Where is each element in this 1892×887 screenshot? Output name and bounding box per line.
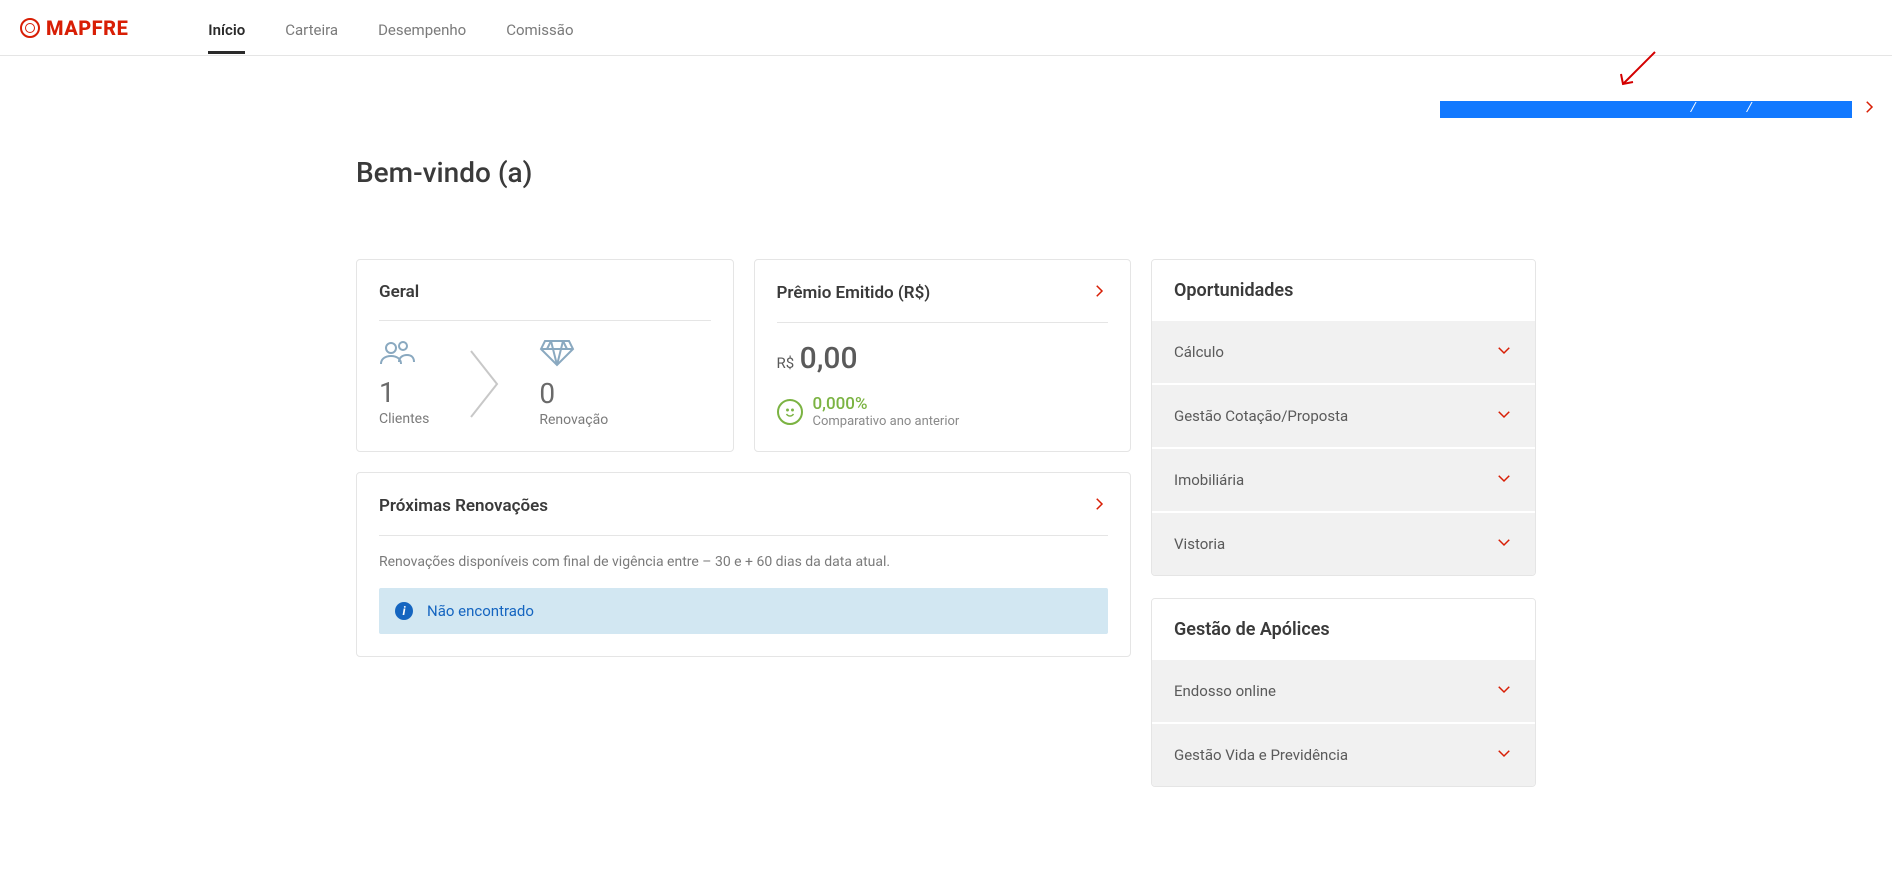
panel-item-gestao-cotacao[interactable]: Gestão Cotação/Proposta [1152,385,1535,447]
content-grid: Geral 1 Clientes [356,259,1536,787]
stat-clientes-label: Clientes [379,411,429,427]
annotation-arrow-icon [1617,50,1657,90]
panel-item-calculo[interactable]: Cálculo [1152,321,1535,383]
panel-oportunidades-title: Oportunidades [1152,260,1535,321]
chevron-right-icon[interactable] [1090,495,1108,517]
panel-item-endosso[interactable]: Endosso online [1152,660,1535,722]
chevron-down-icon [1495,533,1513,555]
info-banner: i Não encontrado [379,588,1108,634]
renovacoes-description: Renovações disponíveis com final de vigê… [379,554,1108,570]
panel-oportunidades: Oportunidades Cálculo Gestão Cotação/Pro… [1151,259,1536,576]
card-renovacoes: Próximas Renovações Renovações disponíve… [356,472,1131,657]
info-icon: i [395,602,413,620]
stat-renovacao-label: Renovação [539,412,608,428]
chevron-down-icon [1495,469,1513,491]
card-geral-title: Geral [379,282,419,302]
nav-inicio[interactable]: Início [208,3,245,53]
panel-item-label: Endosso online [1174,682,1276,700]
comparativo-pct: 0,000% [813,394,960,414]
right-column: Oportunidades Cálculo Gestão Cotação/Pro… [1151,259,1536,787]
panel-item-label: Imobiliária [1174,471,1244,489]
panel-item-vistoria[interactable]: Vistoria [1152,513,1535,575]
card-renovacoes-title: Próximas Renovações [379,496,548,516]
comparativo-row: 0,000% Comparativo ano anterior [777,394,1109,429]
panel-item-label: Cálculo [1174,343,1224,361]
nav-carteira[interactable]: Carteira [285,3,338,53]
clients-icon [379,340,429,370]
stat-clientes: 1 Clientes [379,340,429,427]
diamond-icon [539,339,608,371]
mapfre-logo-icon [20,18,40,38]
header: MAPFRE Início Carteira Desempenho Comiss… [0,0,1892,56]
panel-item-gestao-vida[interactable]: Gestão Vida e Previdência [1152,724,1535,786]
brand-name: MAPFRE [46,16,128,40]
panel-apolices-title: Gestão de Apólices [1152,599,1535,660]
account-selector-highlight[interactable]: / / [1440,101,1852,118]
card-premio-title: Prêmio Emitido (R$) [777,283,931,303]
card-geral: Geral 1 Clientes [356,259,734,452]
main-nav: Início Carteira Desempenho Comissão [208,3,573,53]
panel-item-imobiliaria[interactable]: Imobiliária [1152,449,1535,511]
brand-logo[interactable]: MAPFRE [20,16,128,40]
stat-clientes-value: 1 [379,376,429,409]
panel-apolices: Gestão de Apólices Endosso online Gestão… [1151,598,1536,787]
nav-comissao[interactable]: Comissão [506,3,573,53]
stat-renovacao-value: 0 [539,377,608,410]
chevron-right-icon[interactable] [1860,98,1878,120]
page: Bem-vindo (a) Geral 1 [336,156,1556,787]
divider-icon [469,349,499,419]
account-selector-row: / / [1440,98,1878,120]
premio-value: R$ 0,00 [777,341,1109,376]
selector-slash: / [1691,100,1696,115]
premio-currency: R$ [777,354,795,372]
comparativo-label: Comparativo ano anterior [813,414,960,429]
premio-amount: 0,00 [800,341,858,376]
chevron-down-icon [1495,744,1513,766]
selector-slash: / [1747,100,1752,115]
chevron-down-icon [1495,405,1513,427]
panel-item-label: Gestão Cotação/Proposta [1174,407,1348,425]
stat-renovacao: 0 Renovação [539,339,608,428]
chevron-down-icon [1495,341,1513,363]
chevron-down-icon [1495,680,1513,702]
panel-item-label: Vistoria [1174,535,1225,553]
panel-item-label: Gestão Vida e Previdência [1174,746,1348,764]
card-premio: Prêmio Emitido (R$) R$ 0,00 0 [754,259,1132,452]
page-title: Bem-vindo (a) [356,156,1536,189]
chevron-right-icon[interactable] [1090,282,1108,304]
nav-desempenho[interactable]: Desempenho [378,3,466,53]
info-banner-text: Não encontrado [427,602,534,620]
smile-icon [777,399,803,425]
